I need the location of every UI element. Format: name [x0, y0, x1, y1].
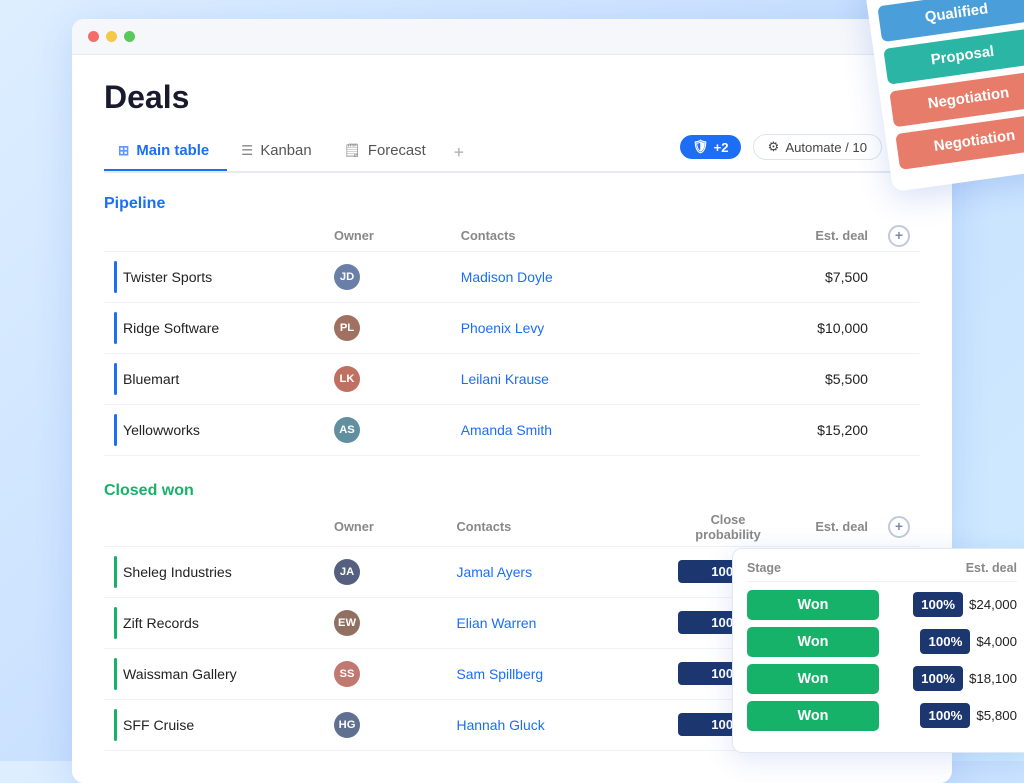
page-title: Deals [104, 79, 189, 116]
pipeline-table: Owner Contacts Est. deal + Twister Sport… [104, 221, 920, 456]
tab-main-table[interactable]: ⊞ Main table [104, 135, 227, 171]
won-est: $4,000 [976, 634, 1017, 649]
window-titlebar [72, 19, 952, 55]
won-est: $24,000 [969, 597, 1017, 612]
avatar: EW [334, 610, 360, 636]
col-add-cw: + [878, 508, 920, 547]
est-deal-cell: $10,000 [788, 302, 878, 353]
row-indicator [114, 709, 117, 741]
col-contacts-cw: Contacts [447, 508, 668, 547]
kanban-icon: ☰ [241, 143, 253, 159]
contact-link[interactable]: Phoenix Levy [461, 320, 545, 336]
col-owner: Owner [324, 221, 451, 252]
section-gap [104, 456, 920, 478]
won-pill: Won [747, 590, 879, 620]
avatar: LK [334, 366, 360, 392]
avatar: PL [334, 315, 360, 341]
tab-kanban[interactable]: ☰ Kanban [227, 135, 329, 171]
won-row-1: Won 100% $24,000 [747, 590, 1017, 620]
won-col-est: Est. deal [885, 561, 1017, 575]
tab-right-actions: 🛡 +2 ⚙ Automate / 10 ∧ [680, 134, 920, 170]
col-owner-cw: Owner [324, 508, 447, 547]
won-est: $5,800 [976, 708, 1017, 723]
row-indicator [114, 312, 117, 344]
won-row-4: Won 100% $5,800 [747, 701, 1017, 731]
est-deal-cell: $7,500 [788, 251, 878, 302]
contact-link[interactable]: Madison Doyle [461, 269, 553, 285]
won-prob-bar: 100% [920, 629, 970, 654]
col-est-deal: Est. deal [788, 221, 878, 252]
won-prob-bar: 100% [920, 703, 970, 728]
won-pill: Won [747, 627, 879, 657]
contact-link[interactable]: Elian Warren [457, 615, 537, 631]
won-prob-bar: 100% [913, 592, 963, 617]
avatar: JA [334, 559, 360, 585]
row-indicator [114, 658, 117, 690]
automate-button[interactable]: ⚙ Automate / 10 [753, 134, 882, 160]
row-indicator [114, 556, 117, 588]
app-window: Deals ••• ⊞ Main table ☰ Kanban 🗒 Foreca… [72, 19, 952, 783]
dot-green[interactable] [124, 31, 135, 42]
col-add-pipeline: + [878, 221, 920, 252]
col-contacts: Contacts [451, 221, 688, 252]
won-prob-bar: 100% [913, 666, 963, 691]
add-column-cw-button[interactable]: + [888, 516, 910, 538]
dot-yellow[interactable] [106, 31, 117, 42]
contact-link[interactable]: Hannah Gluck [457, 717, 545, 733]
table-icon: ⊞ [118, 143, 129, 159]
avatar: JD [334, 264, 360, 290]
col-close-prob: Close probability [668, 508, 788, 547]
automate-icon: ⚙ [768, 139, 780, 155]
user-badge-button[interactable]: 🛡 +2 [680, 135, 741, 159]
avatar: SS [334, 661, 360, 687]
est-deal-cell: $5,500 [788, 353, 878, 404]
forecast-icon: 🗒 [344, 143, 361, 159]
est-deal-cell: $15,200 [788, 404, 878, 455]
avatar: AS [334, 417, 360, 443]
deal-name-cell: Twister Sports [104, 251, 324, 302]
won-card-header: Stage Est. deal [747, 561, 1017, 582]
tabs-bar: ⊞ Main table ☰ Kanban 🗒 Forecast + 🛡 +2 … [104, 134, 920, 173]
table-row: Ridge Software PL Phoenix Levy $10,000 [104, 302, 920, 353]
tab-forecast[interactable]: 🗒 Forecast [330, 135, 444, 171]
add-tab-button[interactable]: + [444, 134, 474, 171]
won-pill: Won [747, 664, 879, 694]
row-indicator [114, 607, 117, 639]
won-col-stage: Stage [747, 561, 879, 575]
section-closed-won: Closed won [104, 482, 920, 500]
table-row: Bluemart LK Leilani Krause $5,500 [104, 353, 920, 404]
won-stage-card: Stage Est. deal Won 100% $24,000 Won 100… [732, 548, 1024, 753]
section-pipeline: Pipeline [104, 195, 920, 213]
contact-link[interactable]: Leilani Krause [461, 371, 549, 387]
row-indicator [114, 414, 117, 446]
shield-icon: 🛡 [692, 139, 709, 155]
col-deal-name [104, 221, 324, 252]
col-est-deal-cw: Est. deal [788, 508, 878, 547]
contact-link[interactable]: Amanda Smith [461, 422, 552, 438]
row-indicator [114, 261, 117, 293]
won-pill: Won [747, 701, 879, 731]
row-indicator [114, 363, 117, 395]
table-row: Yellowworks AS Amanda Smith $15,200 [104, 404, 920, 455]
col-deal-name-cw [104, 508, 324, 547]
contact-link[interactable]: Sam Spillberg [457, 666, 544, 682]
won-row-2: Won 100% $4,000 [747, 627, 1017, 657]
contact-link[interactable]: Jamal Ayers [457, 564, 533, 580]
won-row-3: Won 100% $18,100 [747, 664, 1017, 694]
col-stage-header [688, 221, 788, 252]
table-row: Twister Sports JD Madison Doyle $7,500 [104, 251, 920, 302]
won-est: $18,100 [969, 671, 1017, 686]
avatar: HG [334, 712, 360, 738]
add-column-pipeline-button[interactable]: + [888, 225, 910, 247]
dot-red[interactable] [88, 31, 99, 42]
